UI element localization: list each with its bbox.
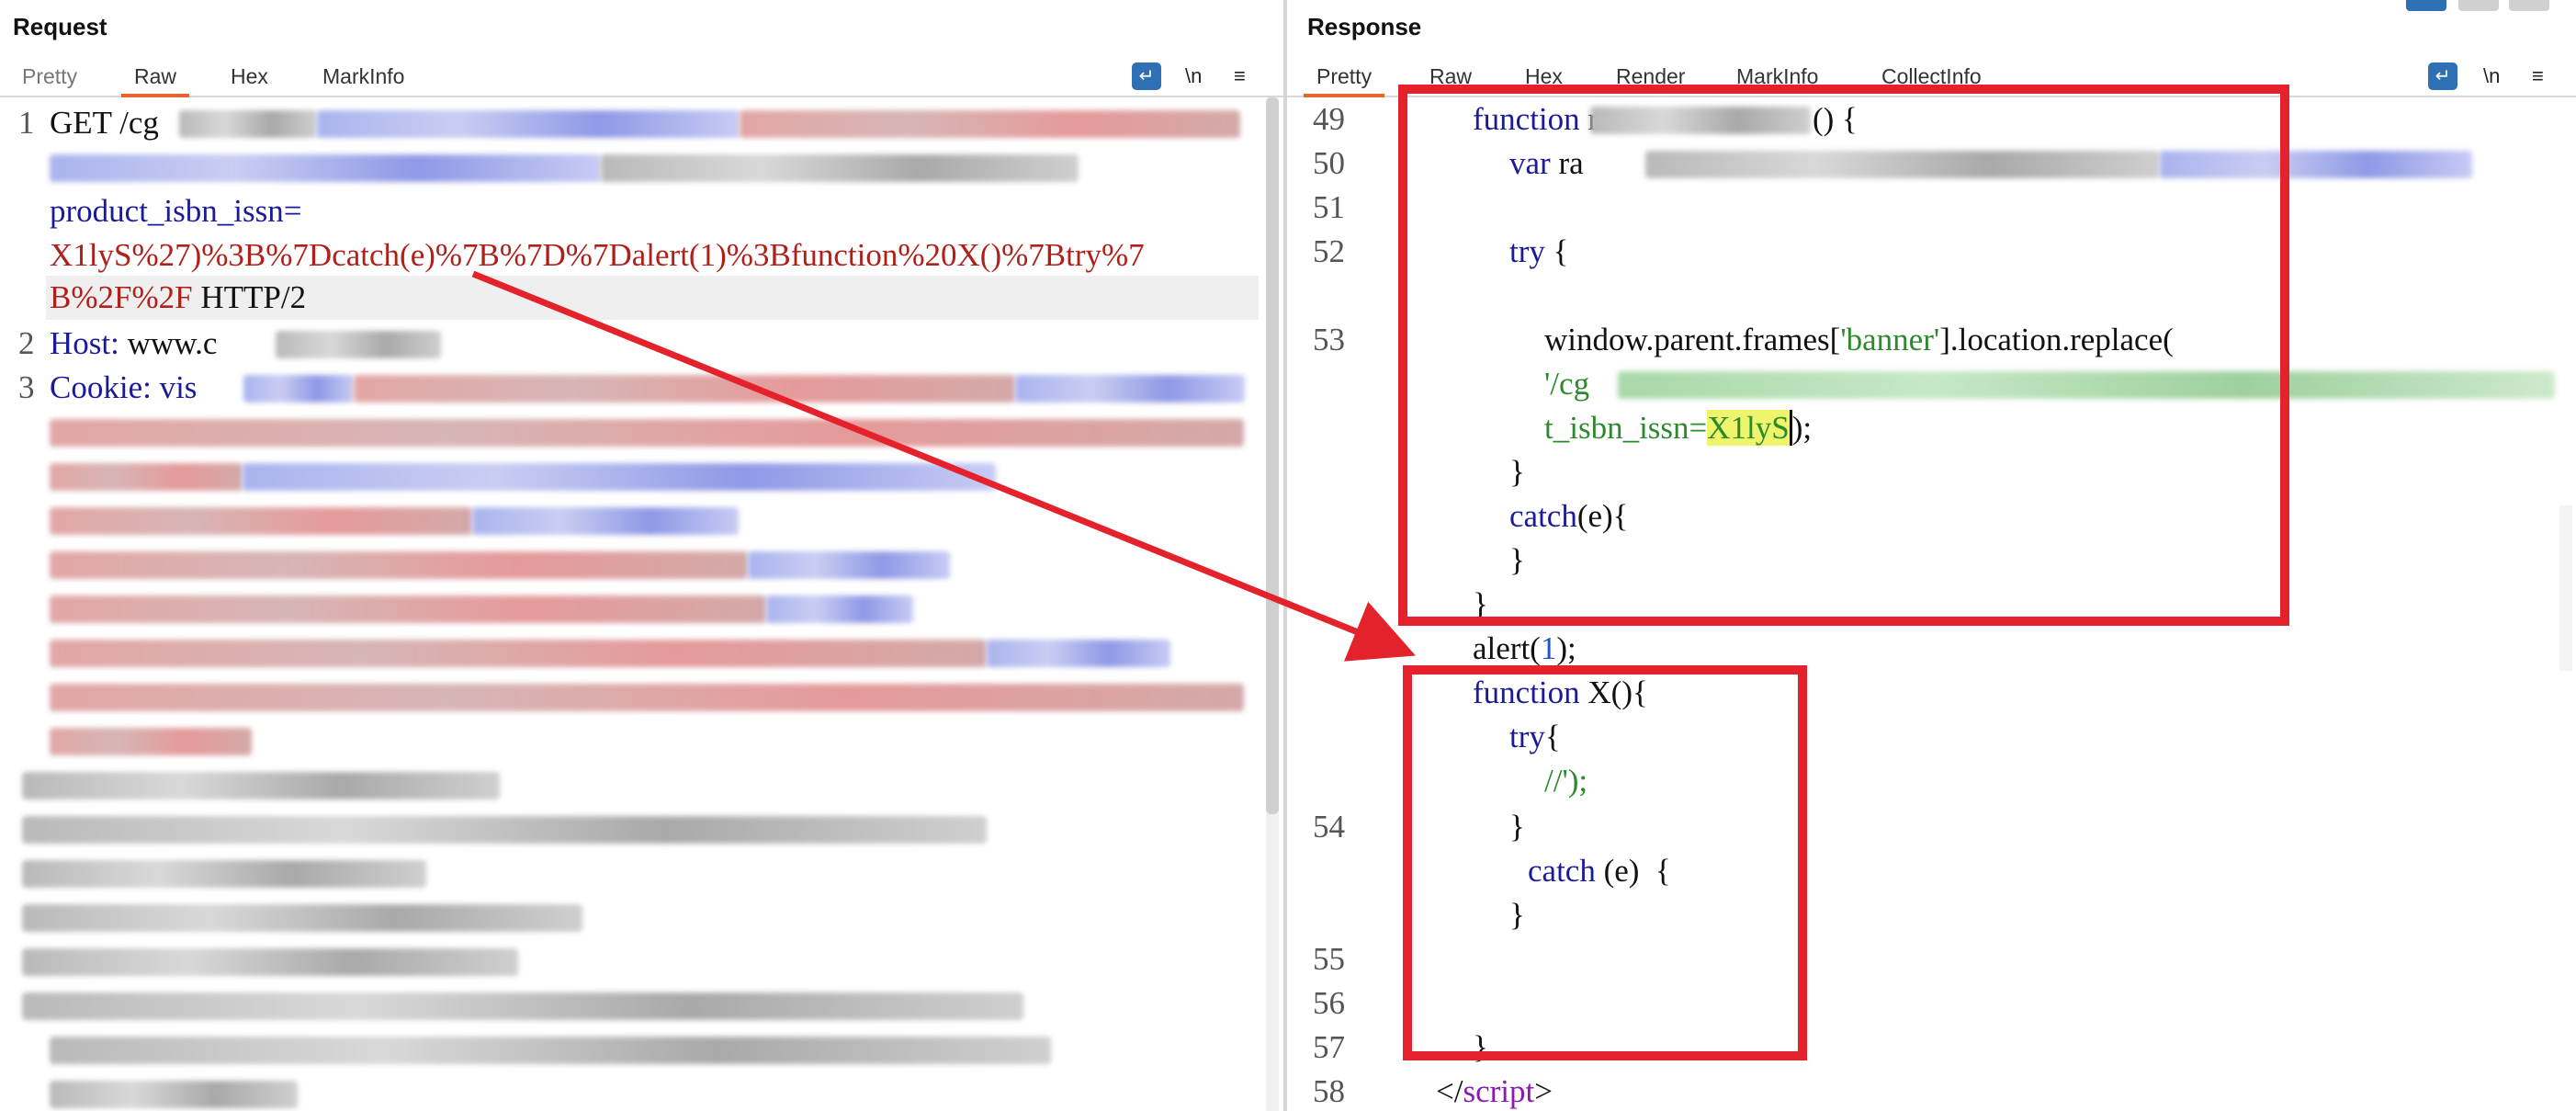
redacted-text: [50, 551, 748, 579]
redacted-text: [50, 595, 766, 623]
code-line: </script>: [1436, 1070, 1553, 1111]
line-number: 49: [1313, 101, 1345, 137]
redacted-text: [179, 110, 317, 138]
annotation-box-injected-function: [1403, 665, 1807, 1060]
code-token: );: [1556, 630, 1576, 666]
request-cookie-line: Cookie: vis: [50, 366, 197, 410]
request-tab-markinfo[interactable]: MarkInfo: [322, 61, 404, 92]
redacted-text: [22, 904, 582, 932]
response-tab-pretty[interactable]: Pretty: [1303, 61, 1385, 97]
line-number: 58: [1313, 1073, 1345, 1109]
redacted-text: [22, 948, 518, 976]
layout-toggle-icon[interactable]: [2458, 0, 2499, 11]
code-token: >: [1534, 1073, 1553, 1109]
redacted-text: [50, 728, 252, 755]
code-line: alert(1);: [1473, 627, 1576, 671]
request-tabbar: Pretty Raw Hex MarkInfo ↵ \n ≡: [0, 57, 1283, 97]
newline-toggle-icon[interactable]: \n: [2483, 62, 2500, 90]
redacted-text: [472, 507, 739, 535]
redacted-text: [766, 595, 913, 623]
redacted-text: [22, 860, 426, 888]
menu-icon[interactable]: ≡: [2532, 62, 2544, 90]
request-tab-pretty[interactable]: Pretty: [22, 61, 77, 92]
wrap-lines-icon[interactable]: ↵: [1132, 62, 1161, 90]
request-payload-tail: B%2F%2F: [50, 279, 193, 315]
line-number: 50: [1313, 145, 1345, 181]
redacted-text: [276, 331, 441, 358]
layout-toggle-icon[interactable]: [2406, 0, 2446, 11]
request-pane: Request Pretty Raw Hex MarkInfo ↵ \n ≡ 1…: [0, 0, 1283, 1111]
header-value: vis: [151, 369, 198, 405]
redacted-text: [22, 816, 987, 844]
redacted-text: [22, 772, 500, 799]
redacted-text: [243, 463, 996, 491]
line-number: 54: [1313, 809, 1345, 845]
redacted-text: [50, 1037, 1051, 1064]
line-number: 2: [18, 325, 35, 361]
header-key: Cookie:: [50, 369, 152, 405]
request-http-version: HTTP/2: [192, 279, 307, 315]
code-token: alert(: [1473, 630, 1541, 666]
menu-icon[interactable]: ≡: [1234, 62, 1246, 90]
redacted-text: [748, 551, 950, 579]
request-payload-part1: X1lyS%27)%3B%7Dcatch(e)%7B%7D%7Dalert(1)…: [50, 237, 1145, 273]
annotation-box-try-block: [1398, 85, 2289, 626]
redacted-text: [243, 375, 354, 402]
header-key: Host:: [50, 325, 119, 361]
redacted-text: [354, 375, 1015, 402]
request-title: Request: [13, 13, 107, 40]
redacted-text: [1015, 375, 1245, 402]
request-tab-hex[interactable]: Hex: [231, 61, 268, 92]
request-scrollbar-thumb[interactable]: [1266, 97, 1279, 814]
wrap-lines-icon[interactable]: ↵: [2428, 62, 2457, 90]
redacted-text: [50, 463, 243, 491]
redacted-text: [601, 154, 1079, 182]
line-number: 56: [1313, 985, 1345, 1021]
request-editor[interactable]: 1 2 3 GET /cg product_isbn_issn= X1lyS%2…: [0, 97, 1283, 1111]
redacted-text: [317, 110, 740, 138]
redacted-text: [987, 640, 1170, 667]
layout-toggle-icon[interactable]: [2509, 0, 2549, 11]
request-host-line: Host: www.c: [50, 322, 217, 366]
redacted-text: [50, 1081, 298, 1108]
redacted-text: [50, 154, 601, 182]
request-scrollbar[interactable]: [1266, 97, 1279, 1111]
line-number: 3: [18, 369, 35, 405]
line-number: 51: [1313, 189, 1345, 225]
newline-toggle-icon[interactable]: \n: [1185, 62, 1202, 90]
line-number: 57: [1313, 1029, 1345, 1065]
line-number: 52: [1313, 233, 1345, 269]
code-token: </: [1436, 1073, 1463, 1109]
request-param-name: product_isbn_issn=: [50, 193, 302, 229]
request-line-get: GET /cg: [50, 105, 159, 141]
response-scrollbar[interactable]: [2559, 505, 2572, 671]
redacted-text: [740, 110, 1240, 138]
redacted-text: [50, 640, 987, 667]
code-number: 1: [1540, 630, 1557, 666]
request-tab-raw[interactable]: Raw: [120, 61, 190, 97]
response-title: Response: [1307, 13, 1422, 40]
redacted-text: [50, 507, 472, 535]
line-number: 53: [1313, 322, 1345, 357]
code-tag: script: [1463, 1073, 1535, 1109]
redacted-text: [22, 992, 1023, 1020]
redacted-text: [50, 419, 1244, 447]
header-value: www.c: [119, 325, 218, 361]
line-number: 55: [1313, 941, 1345, 977]
line-number: 1: [18, 105, 35, 141]
redacted-text: [50, 684, 1244, 711]
request-payload-part2: B%2F%2F HTTP/2: [50, 276, 306, 320]
